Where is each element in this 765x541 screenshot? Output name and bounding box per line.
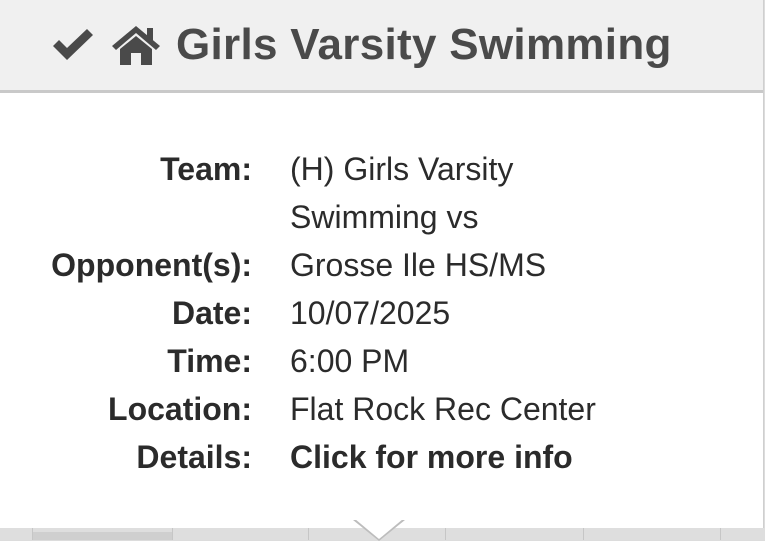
team-value-line-1: (H) Girls Varsity: [290, 151, 514, 187]
details-row: Details: Click for more info: [0, 433, 763, 481]
team-value: (H) Girls Varsity Swimming vs: [252, 145, 763, 241]
strip-divider: [172, 528, 173, 540]
more-info-link[interactable]: Click for more info: [290, 439, 573, 475]
date-label: Date:: [171, 295, 252, 331]
strip-divider: [32, 528, 33, 540]
check-icon: [50, 27, 96, 63]
event-popover: Girls Varsity Swimming Team: (H) Girls V…: [0, 0, 764, 528]
time-value: 6:00 PM: [290, 343, 410, 379]
opponent-row: Opponent(s): Grosse Ile HS/MS: [0, 241, 763, 289]
opponent-value: Grosse Ile HS/MS: [290, 247, 547, 283]
team-row: Team: (H) Girls Varsity Swimming vs: [0, 145, 763, 241]
popover-header: Girls Varsity Swimming: [0, 0, 763, 93]
strip-divider: [720, 528, 721, 540]
strip-divider: [583, 528, 584, 540]
date-value: 10/07/2025: [290, 295, 451, 331]
time-row: Time: 6:00 PM: [0, 337, 763, 385]
team-value-line-2: Swimming vs: [290, 199, 479, 235]
details-label: Details:: [136, 439, 252, 475]
details-value: Click for more info: [252, 433, 763, 481]
location-row: Location: Flat Rock Rec Center: [0, 385, 763, 433]
opponent-label: Opponent(s):: [51, 247, 252, 283]
team-label: Team:: [160, 151, 252, 187]
strip-divider: [445, 528, 446, 540]
strip-divider: [308, 528, 309, 540]
home-icon[interactable]: [110, 24, 162, 66]
location-value: Flat Rock Rec Center: [290, 391, 596, 427]
date-row: Date: 10/07/2025: [0, 289, 763, 337]
popover-arrow: [355, 519, 403, 539]
location-label: Location:: [108, 391, 252, 427]
event-details-table: Team: (H) Girls Varsity Swimming vs Oppo…: [0, 145, 763, 481]
time-label: Time:: [167, 343, 252, 379]
strip-block: [32, 532, 172, 540]
page-title: Girls Varsity Swimming: [176, 20, 672, 69]
